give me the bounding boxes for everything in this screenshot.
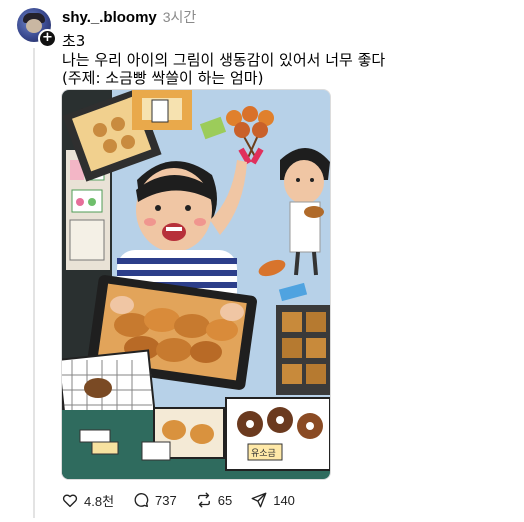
username[interactable]: shy._.bloomy — [62, 9, 157, 26]
repost-icon — [197, 492, 210, 508]
follow-plus-icon[interactable]: + — [38, 29, 57, 48]
comment-button[interactable]: 737 — [132, 491, 177, 509]
send-icon — [251, 492, 267, 508]
like-count: 4.8천 — [84, 493, 115, 509]
repost-count: 65 — [217, 492, 233, 508]
comment-icon — [134, 493, 149, 507]
repost-button[interactable]: 65 — [195, 491, 232, 509]
post-image[interactable]: 유소금 — [61, 89, 331, 480]
thread-line — [33, 48, 35, 518]
heart-icon — [62, 494, 78, 508]
comment-count: 737 — [155, 492, 177, 508]
share-count: 140 — [273, 492, 295, 508]
action-bar: 4.8천 737 65 140 — [61, 490, 313, 510]
child-drawing-image: 유소금 — [62, 90, 330, 479]
share-button[interactable]: 140 — [250, 491, 295, 509]
post-time[interactable]: 3시간 — [163, 7, 197, 27]
post-text-line-1: 초3 — [62, 32, 86, 50]
post-header: shy._.bloomy 3시간 — [62, 7, 196, 27]
like-button[interactable]: 4.8천 — [61, 491, 114, 510]
price-tag-label: 유소금 — [251, 448, 276, 459]
post-text-line-3: (주제: 소금빵 싹쓸이 하는 엄마) — [62, 69, 264, 87]
